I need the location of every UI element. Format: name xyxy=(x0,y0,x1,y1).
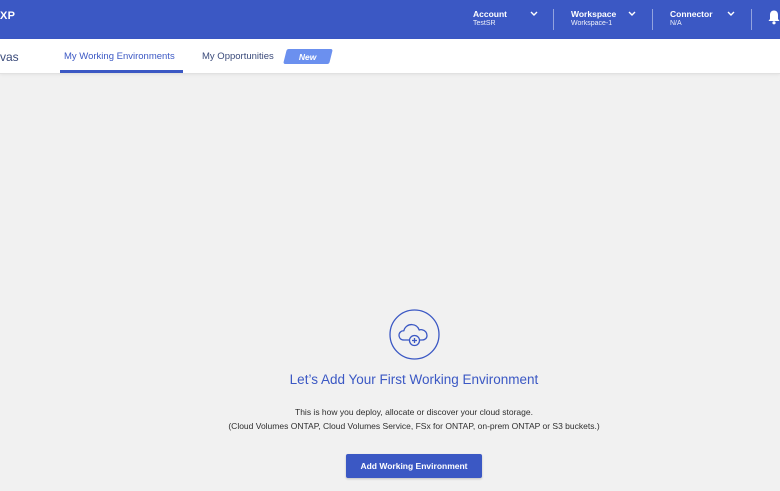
new-badge: New xyxy=(283,49,333,64)
header-divider xyxy=(652,9,653,30)
empty-state-description-detail: (Cloud Volumes ONTAP, Cloud Volumes Serv… xyxy=(228,421,600,431)
workspace-value: Workspace-1 xyxy=(571,20,613,27)
cloud-plus-icon xyxy=(389,309,440,360)
bell-icon[interactable] xyxy=(767,9,780,25)
workspace-label: Workspace xyxy=(571,9,617,19)
chevron-down-icon xyxy=(628,11,636,16)
account-value: TestSR xyxy=(473,20,496,27)
tab-my-working-environments[interactable]: My Working Environments xyxy=(64,51,175,62)
header-divider xyxy=(553,9,554,30)
connector-value: N/A xyxy=(670,20,682,27)
connector-label: Connector xyxy=(670,9,713,19)
page-title: vas xyxy=(0,50,19,64)
new-badge-label: New xyxy=(299,51,317,62)
active-tab-indicator xyxy=(60,70,183,73)
empty-state-description: This is how you deploy, allocate or disc… xyxy=(295,407,533,417)
empty-state-title: Let’s Add Your First Working Environment xyxy=(289,372,539,387)
account-label: Account xyxy=(473,9,507,19)
tab-bar: vas My Working Environments My Opportuni… xyxy=(0,39,780,74)
logo-text: XP xyxy=(0,10,16,22)
tab-my-opportunities[interactable]: My Opportunities xyxy=(202,51,274,62)
top-nav-bar: XP Account TestSR Workspace Workspace-1 … xyxy=(0,0,780,39)
account-dropdown[interactable]: Account TestSR xyxy=(473,9,538,29)
connector-dropdown[interactable]: Connector N/A xyxy=(670,9,735,29)
header-divider xyxy=(751,9,752,30)
chevron-down-icon xyxy=(530,11,538,16)
workspace-dropdown[interactable]: Workspace Workspace-1 xyxy=(571,9,636,29)
add-working-environment-button[interactable]: Add Working Environment xyxy=(346,454,482,478)
chevron-down-icon xyxy=(727,11,735,16)
